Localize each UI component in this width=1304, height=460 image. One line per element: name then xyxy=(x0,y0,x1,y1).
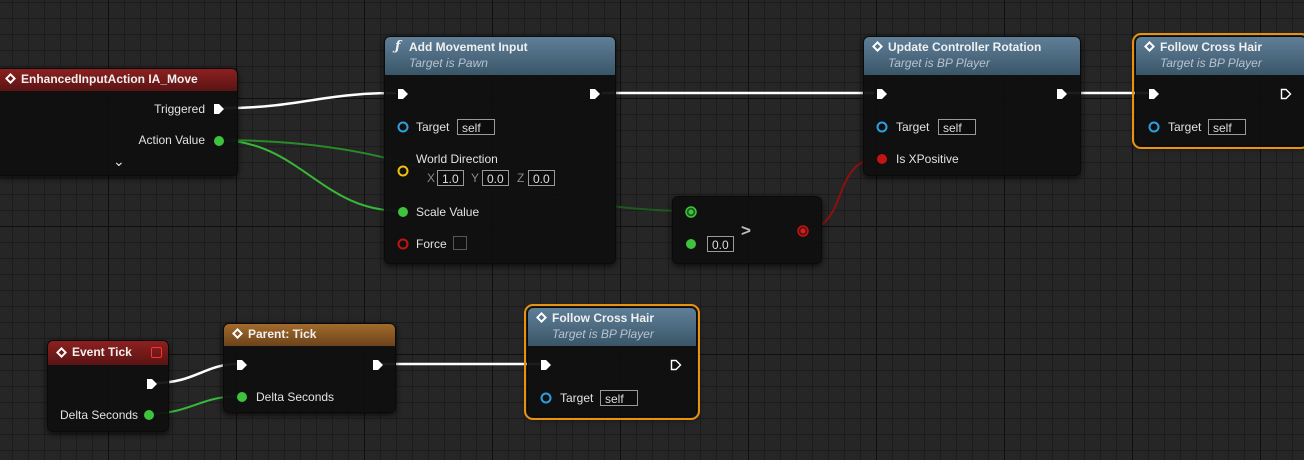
exec-in-pin[interactable] xyxy=(540,359,552,371)
force-checkbox[interactable] xyxy=(453,236,467,250)
target-self-field[interactable]: self xyxy=(600,390,638,406)
axis-z-label: Z xyxy=(517,171,525,185)
float-in-pin[interactable] xyxy=(236,391,248,403)
function-call-icon xyxy=(1144,41,1155,52)
node-title: Parent: Tick xyxy=(248,327,317,341)
float-in-pin-a[interactable] xyxy=(685,206,697,218)
pin-label-delta-seconds: Delta Seconds xyxy=(60,408,139,422)
event-diamond-icon xyxy=(5,73,16,84)
exec-out-pin[interactable] xyxy=(589,88,601,100)
function-call-icon xyxy=(872,41,883,52)
float-out-pin[interactable] xyxy=(143,409,155,421)
pin-label-target: Target xyxy=(416,120,450,134)
pin-label-action-value: Action Value xyxy=(138,133,206,147)
node-subtitle: Target is Pawn xyxy=(409,56,488,70)
node-subtitle: Target is BP Player xyxy=(1160,56,1262,70)
bool-out-pin[interactable] xyxy=(797,225,809,237)
exec-out-pin[interactable] xyxy=(213,103,225,115)
exec-out-pin[interactable] xyxy=(1056,88,1068,100)
world-direction-z-field[interactable]: 0.0 xyxy=(528,170,555,186)
exec-in-pin[interactable] xyxy=(1148,88,1160,100)
object-in-pin[interactable] xyxy=(876,121,888,133)
expand-chevron-icon[interactable]: ⌄ xyxy=(113,153,125,170)
node-title: Follow Cross Hair xyxy=(1160,40,1263,54)
node-title: Follow Cross Hair xyxy=(552,311,655,325)
exec-out-pin-unconnected[interactable] xyxy=(670,359,682,371)
object-in-pin[interactable] xyxy=(397,121,409,133)
pin-label-scale-value: Scale Value xyxy=(416,205,480,219)
delegate-pin-icon[interactable] xyxy=(151,347,162,358)
float-in-pin[interactable] xyxy=(397,206,409,218)
exec-out-pin[interactable] xyxy=(146,378,158,390)
compare-b-field[interactable]: 0.0 xyxy=(707,236,734,252)
node-title: Add Movement Input xyxy=(409,40,528,54)
target-self-field[interactable]: self xyxy=(938,119,976,135)
object-in-pin[interactable] xyxy=(1148,121,1160,133)
node-title: Update Controller Rotation xyxy=(888,40,1042,54)
node-subtitle: Target is BP Player xyxy=(888,56,990,70)
pin-label-delta-seconds: Delta Seconds xyxy=(256,390,335,404)
node-header[interactable]: Parent: Tick xyxy=(224,324,395,346)
pin-label-target: Target xyxy=(1168,120,1202,134)
node-header[interactable]: EnhancedInputAction IA_Move xyxy=(0,69,237,91)
node-add-movement-input[interactable]: ƒ Add Movement Input Target is Pawn Targ… xyxy=(384,36,616,264)
node-parent-tick[interactable]: Parent: Tick Delta Seconds xyxy=(223,323,396,413)
node-title: Event Tick xyxy=(72,345,132,359)
node-header[interactable]: Follow Cross Hair Target is BP Player xyxy=(1136,37,1304,75)
node-event-tick[interactable]: Event Tick Delta Seconds xyxy=(47,340,169,432)
exec-out-pin-unconnected[interactable] xyxy=(1280,88,1292,100)
bool-in-pin[interactable] xyxy=(397,238,409,250)
function-call-icon xyxy=(536,312,547,323)
function-icon: ƒ xyxy=(395,39,401,54)
float-wire xyxy=(216,139,402,212)
node-greater-than[interactable]: 0.0 > xyxy=(672,196,822,264)
target-self-field[interactable]: self xyxy=(457,119,495,135)
pin-label-force: Force xyxy=(416,237,447,251)
exec-in-pin[interactable] xyxy=(236,359,248,371)
node-header[interactable]: Event Tick xyxy=(48,341,168,365)
axis-x-label: X xyxy=(427,171,436,185)
exec-in-pin[interactable] xyxy=(397,88,409,100)
node-header[interactable]: Follow Cross Hair Target is BP Player xyxy=(528,308,696,346)
float-out-pin[interactable] xyxy=(213,135,225,147)
float-in-pin-b[interactable] xyxy=(685,238,697,250)
node-header[interactable]: Update Controller Rotation Target is BP … xyxy=(864,37,1080,75)
world-direction-x-field[interactable]: 1.0 xyxy=(437,170,464,186)
pin-label-target: Target xyxy=(560,391,594,405)
node-follow-cross-hair-top[interactable]: Follow Cross Hair Target is BP Player Ta… xyxy=(1132,33,1304,149)
node-subtitle: Target is BP Player xyxy=(552,327,654,341)
exec-wire xyxy=(223,91,397,110)
node-follow-cross-hair-bottom[interactable]: Follow Cross Hair Target is BP Player Ta… xyxy=(524,304,700,420)
pin-label-triggered: Triggered xyxy=(154,102,205,116)
pin-label-world-direction: World Direction xyxy=(416,152,498,166)
vector-in-pin[interactable] xyxy=(397,165,409,177)
node-enhanced-input-action[interactable]: EnhancedInputAction IA_Move Triggered Ac… xyxy=(0,68,238,176)
axis-y-label: Y xyxy=(471,171,480,185)
event-diamond-icon xyxy=(56,347,67,358)
exec-out-pin[interactable] xyxy=(372,359,384,371)
object-in-pin[interactable] xyxy=(540,392,552,404)
node-header[interactable]: ƒ Add Movement Input Target is Pawn xyxy=(385,37,615,75)
world-direction-y-field[interactable]: 0.0 xyxy=(482,170,509,186)
operator-label: > xyxy=(741,221,751,240)
function-call-icon xyxy=(232,328,243,339)
bool-in-pin[interactable] xyxy=(876,153,888,165)
exec-in-pin[interactable] xyxy=(876,88,888,100)
pin-label-is-xpositive: Is XPositive xyxy=(896,152,959,166)
target-self-field[interactable]: self xyxy=(1208,119,1246,135)
pin-label-target: Target xyxy=(896,120,930,134)
node-update-controller-rotation[interactable]: Update Controller Rotation Target is BP … xyxy=(863,36,1081,176)
node-title: EnhancedInputAction IA_Move xyxy=(21,72,198,86)
